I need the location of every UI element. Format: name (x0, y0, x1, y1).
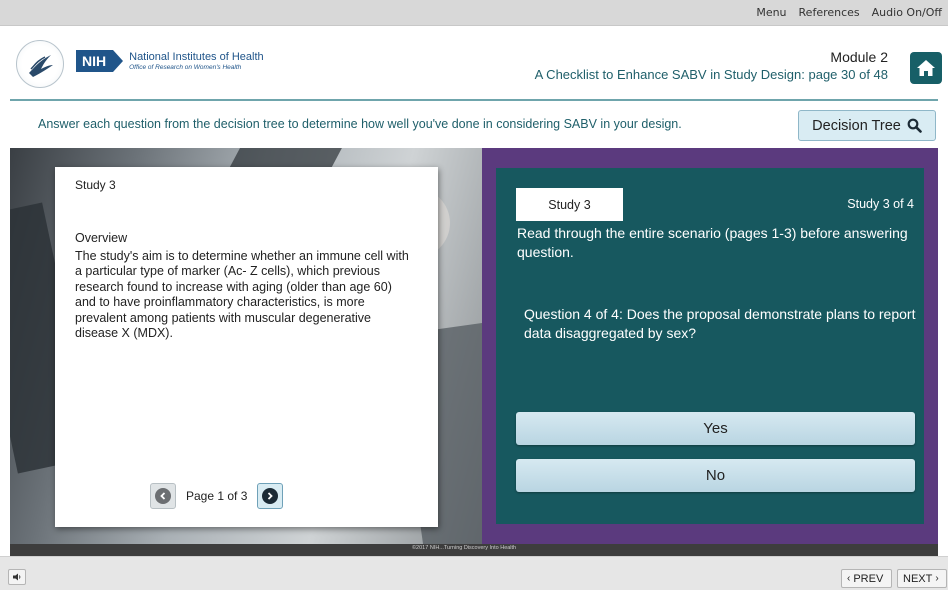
no-button[interactable]: No (516, 459, 915, 492)
speaker-icon (13, 573, 21, 581)
decision-tree-label: Decision Tree (812, 117, 901, 134)
chevron-right-icon (262, 488, 279, 504)
org-line1: National Institutes of Health (129, 50, 264, 63)
home-icon (917, 60, 935, 76)
audio-toggle-link[interactable]: Audio On/Off (872, 6, 942, 19)
instruction-text: Answer each question from the decision t… (38, 117, 682, 131)
references-link[interactable]: References (799, 6, 860, 19)
menu-link[interactable]: Menu (756, 6, 786, 19)
previous-page-button[interactable] (150, 483, 176, 509)
nih-logo: NIH National Institutes of Health Office… (76, 50, 264, 72)
page-indicator: Page 1 of 3 (186, 489, 248, 503)
chevron-left-icon (155, 488, 171, 504)
question-panel-frame: Study 3 Study 3 of 4 Read through the en… (482, 148, 938, 544)
prev-label: PREV (853, 572, 884, 585)
hhs-seal-logo (16, 40, 64, 88)
copyright-bar: ©2017 NIH...Turning Discovery Into Healt… (10, 544, 938, 556)
module-title-block: Module 2 A Checklist to Enhance SABV in … (535, 48, 888, 84)
question-text: Question 4 of 4: Does the proposal demon… (524, 306, 916, 341)
next-page-button[interactable] (257, 483, 284, 509)
study-card-title: Study 3 (75, 178, 116, 192)
nih-abbrev: NIH (76, 50, 114, 72)
background-photo: Study 3 Overview The study's aim is to d… (10, 148, 482, 544)
copyright-text: ©2017 NIH...Turning Discovery Into Healt… (412, 545, 517, 551)
header: NIH National Institutes of Health Office… (0, 26, 948, 100)
content-stage: Study 3 Overview The study's aim is to d… (10, 148, 938, 556)
instruction-row: Answer each question from the decision t… (0, 101, 948, 148)
next-label: NEXT (903, 572, 933, 585)
next-button[interactable]: NEXT › (897, 569, 947, 588)
study-counter: Study 3 of 4 (847, 197, 914, 211)
eagle-icon (29, 55, 53, 77)
page-title: A Checklist to Enhance SABV in Study Des… (534, 67, 888, 82)
search-icon (907, 118, 922, 133)
card-pager: Page 1 of 3 (150, 483, 284, 509)
scenario-instruction: Read through the entire scenario (pages … (517, 225, 908, 260)
study-card: Study 3 Overview The study's aim is to d… (55, 167, 438, 527)
top-utility-bar: Menu References Audio On/Off (0, 0, 948, 26)
question-panel: Study 3 Study 3 of 4 Read through the en… (496, 168, 924, 524)
nih-org-name: National Institutes of Health Office of … (129, 51, 264, 72)
overview-body: The study's aim is to determine whether … (75, 249, 409, 341)
chevron-right-icon: › (935, 573, 939, 584)
chevron-left-icon: ‹ (847, 573, 851, 584)
footer-bar: ‹ PREV NEXT › (0, 556, 948, 590)
yes-button[interactable]: Yes (516, 412, 915, 445)
module-label: Module 2 (830, 49, 888, 65)
home-button[interactable] (910, 52, 942, 84)
utility-links: Menu References Audio On/Off (756, 6, 942, 19)
decision-tree-button[interactable]: Decision Tree (798, 110, 936, 141)
prev-button[interactable]: ‹ PREV (841, 569, 892, 588)
nih-arrow-shape (113, 50, 124, 72)
overview-heading: Overview (75, 231, 128, 245)
org-line2: Office of Research on Women's Health (129, 63, 242, 71)
study-tab: Study 3 (516, 188, 623, 221)
audio-button[interactable] (8, 569, 26, 585)
